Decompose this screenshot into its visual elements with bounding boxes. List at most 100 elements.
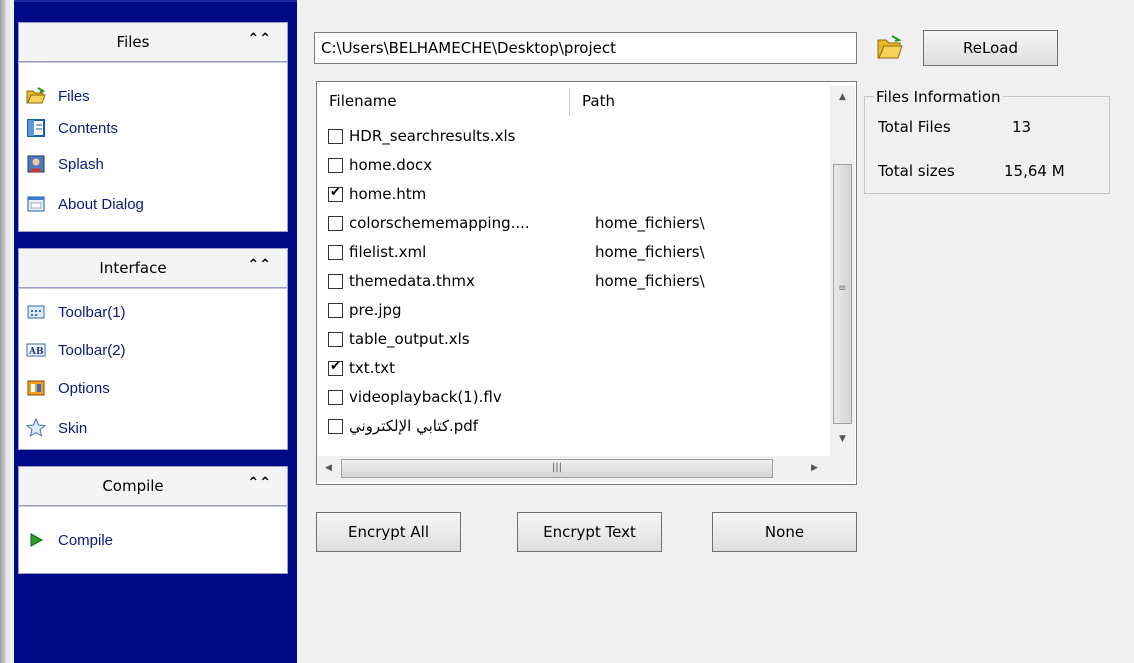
column-header-path[interactable]: Path: [570, 84, 830, 118]
file-row[interactable]: home.htm: [328, 182, 595, 206]
file-name: home.htm: [349, 185, 427, 203]
horizontal-scrollbar[interactable]: ◀ ||| ▶: [317, 456, 830, 482]
file-checkbox[interactable]: [328, 302, 343, 318]
sidebar-item-contents[interactable]: Contents: [26, 116, 118, 140]
file-row[interactable]: home.docx: [328, 153, 595, 177]
file-checkbox[interactable]: [328, 418, 343, 434]
svg-text:AB: AB: [28, 347, 44, 357]
total-files-value: 13: [1012, 118, 1032, 136]
file-row[interactable]: filelist.xml home_fichiers\: [328, 240, 705, 264]
file-checkbox[interactable]: [328, 273, 343, 289]
vertical-scroll-thumb[interactable]: ≡: [833, 164, 852, 424]
sidebar-item-label: Splash: [58, 155, 104, 173]
file-checkbox[interactable]: [328, 331, 343, 347]
scroll-right-arrow-icon[interactable]: ▶: [811, 463, 818, 473]
sidebar-item-skin[interactable]: Skin: [26, 416, 87, 440]
file-name: txt.txt: [349, 359, 396, 377]
sidebar-item-compile[interactable]: Compile: [26, 528, 113, 552]
file-row[interactable]: table_output.xls: [328, 327, 595, 351]
sidebar-item-options[interactable]: Options: [26, 376, 110, 400]
sidebar-item-label: Contents: [58, 119, 119, 137]
file-name: colorschememapping....: [349, 214, 530, 232]
file-name: videoplayback(1).flv: [349, 388, 502, 406]
grip-icon: |||: [551, 462, 563, 473]
sidebar-item-toolbar2[interactable]: AB Toolbar(2): [26, 338, 126, 362]
sidebar-item-label: Toolbar(1): [58, 303, 126, 321]
total-sizes-value: 15,64 M: [1004, 162, 1065, 180]
file-name: filelist.xml: [349, 243, 427, 261]
folder-open-icon: [26, 86, 46, 106]
file-name: themedata.thmx: [349, 272, 475, 290]
file-checkbox[interactable]: [328, 389, 343, 405]
about-dialog-icon: [26, 194, 46, 214]
interface-group-title: Interface: [99, 259, 167, 277]
sidebar-item-toolbar1[interactable]: Toolbar(1): [26, 300, 126, 324]
file-row[interactable]: txt.txt: [328, 356, 595, 380]
path-input[interactable]: C:\Users\BELHAMECHE\Desktop\project: [314, 32, 857, 64]
scroll-up-arrow-icon[interactable]: ▲: [839, 92, 846, 102]
scroll-left-arrow-icon[interactable]: ◀: [325, 463, 332, 473]
folder-open-icon: [877, 35, 903, 59]
reload-button[interactable]: ReLoad: [923, 30, 1058, 66]
contents-icon: [26, 118, 46, 138]
play-icon: [26, 530, 46, 550]
file-path: home_fichiers\: [595, 272, 705, 290]
browse-folder-button[interactable]: [876, 34, 904, 62]
collapse-chevron-icon[interactable]: ⌃⌃: [248, 475, 271, 491]
sidebar-item-splash[interactable]: Splash: [26, 152, 104, 176]
file-checkbox[interactable]: [328, 215, 343, 231]
file-row[interactable]: HDR_searchresults.xls: [328, 124, 595, 148]
grip-icon: ≡: [838, 283, 847, 294]
collapse-chevron-icon[interactable]: ⌃⌃: [248, 257, 271, 273]
file-name: pre.jpg: [349, 301, 402, 319]
file-row[interactable]: videoplayback(1).flv: [328, 385, 595, 409]
file-checkbox[interactable]: [328, 185, 343, 202]
scrollbar-corner: [830, 456, 855, 482]
options-icon: [26, 378, 46, 398]
file-name: كتابي الإلكتروني.pdf: [349, 417, 479, 435]
sidebar-item-label: Compile: [58, 531, 114, 549]
total-sizes-label: Total sizes: [878, 162, 955, 180]
star-icon: [26, 418, 46, 438]
sidebar-item-label: Options: [58, 379, 110, 397]
horizontal-scroll-thumb[interactable]: |||: [341, 459, 773, 478]
none-button[interactable]: None: [712, 512, 857, 552]
file-row[interactable]: كتابي الإلكتروني.pdf: [328, 414, 595, 438]
files-group-title: Files: [116, 33, 150, 51]
file-path: home_fichiers\: [595, 243, 705, 261]
toolbar-ab-icon: AB: [26, 340, 46, 360]
sidebar-item-label: Toolbar(2): [58, 341, 126, 359]
interface-group-header[interactable]: Interface ⌃⌃: [18, 248, 288, 288]
file-checkbox[interactable]: [328, 128, 343, 144]
compile-group-header[interactable]: Compile ⌃⌃: [18, 466, 288, 506]
file-name: HDR_searchresults.xls: [349, 127, 516, 145]
vertical-scrollbar[interactable]: ▲ ≡ ▼: [830, 86, 855, 456]
file-row[interactable]: themedata.thmx home_fichiers\: [328, 269, 705, 293]
file-list-header: Filename Path: [317, 84, 830, 118]
file-name: home.docx: [349, 156, 433, 174]
file-row[interactable]: pre.jpg: [328, 298, 595, 322]
file-checkbox[interactable]: [328, 359, 343, 376]
file-checkbox[interactable]: [328, 244, 343, 260]
file-name: table_output.xls: [349, 330, 470, 348]
toolbar-icon: [26, 302, 46, 322]
window-left-border-inner: [6, 0, 10, 663]
total-files-label: Total Files: [878, 118, 951, 136]
file-path: home_fichiers\: [595, 214, 705, 232]
sidebar-item-label: Files: [58, 87, 90, 105]
files-information-legend: Files Information: [874, 88, 1003, 106]
column-header-filename[interactable]: Filename: [317, 84, 569, 118]
encrypt-text-button[interactable]: Encrypt Text: [517, 512, 662, 552]
sidebar-item-label: Skin: [58, 419, 88, 437]
splash-icon: [26, 154, 46, 174]
sidebar-item-files[interactable]: Files: [26, 84, 90, 108]
sidebar-item-label: About Dialog: [58, 195, 144, 213]
file-row[interactable]: colorschememapping.... home_fichiers\: [328, 211, 705, 235]
collapse-chevron-icon[interactable]: ⌃⌃: [248, 31, 271, 47]
file-checkbox[interactable]: [328, 157, 343, 173]
scroll-down-arrow-icon[interactable]: ▼: [839, 434, 846, 444]
files-group-header[interactable]: Files ⌃⌃: [18, 22, 288, 62]
sidebar-item-about-dialog[interactable]: About Dialog: [26, 192, 144, 216]
encrypt-all-button[interactable]: Encrypt All: [316, 512, 461, 552]
compile-group-title: Compile: [102, 477, 164, 495]
